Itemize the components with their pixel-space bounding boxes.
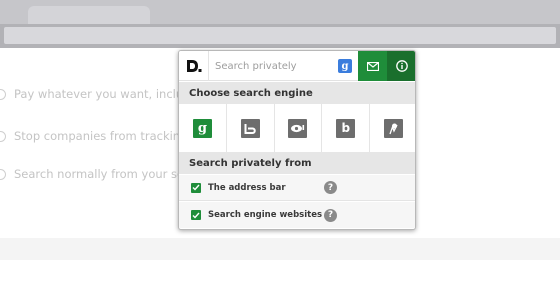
google-icon: g: [192, 118, 212, 138]
engine-websites-checkbox[interactable]: [191, 210, 201, 220]
option-engine-websites: Search engine websites ?: [179, 202, 415, 228]
help-icon[interactable]: ?: [324, 181, 337, 194]
email-button[interactable]: [358, 51, 387, 81]
option-label: Search engine websites: [208, 210, 323, 220]
help-icon[interactable]: ?: [324, 208, 337, 222]
page-band: [0, 238, 560, 260]
logo[interactable]: [179, 51, 209, 81]
list-item-label: Pay whatever you want, includin: [14, 87, 201, 101]
envelope-icon: [366, 61, 379, 71]
option-label: The address bar: [208, 182, 286, 193]
search-from-heading: Search privately from: [179, 152, 415, 174]
address-bar[interactable]: [4, 27, 556, 44]
option-address-bar: The address bar ?: [179, 175, 415, 201]
bullet-icon: [0, 88, 6, 100]
checkmark-icon: [192, 184, 200, 191]
blekko-icon: b: [336, 118, 356, 138]
privacy-search-popup: g Choose search engine g: [178, 50, 416, 230]
search-input[interactable]: [215, 58, 333, 74]
popup-header: g: [179, 51, 415, 81]
address-bar-checkbox[interactable]: [191, 182, 201, 193]
choose-engine-heading: Choose search engine: [179, 82, 415, 104]
list-item-label: Stop companies from tracking &: [14, 129, 201, 143]
engine-selector: g b: [179, 104, 415, 152]
info-button[interactable]: [387, 51, 415, 81]
bullet-icon: [0, 168, 6, 180]
brand-logo-icon: [186, 60, 201, 72]
wikipedia-icon: [384, 118, 404, 138]
engine-option-wikipedia[interactable]: [370, 104, 415, 152]
engine-option-google[interactable]: g: [179, 104, 227, 152]
engine-option-yahoo[interactable]: [274, 104, 323, 152]
list-item: Search normally from your sear: [0, 164, 196, 184]
engine-option-blekko[interactable]: b: [322, 104, 371, 152]
current-engine-badge: g: [338, 59, 352, 73]
bing-icon: [240, 118, 260, 138]
list-item-label: Search normally from your sear: [14, 167, 196, 181]
list-item: Pay whatever you want, includin: [0, 84, 201, 104]
info-icon: [396, 60, 408, 72]
yahoo-icon: [288, 118, 308, 138]
list-item: Stop companies from tracking &: [0, 126, 200, 146]
bullet-icon: [0, 130, 6, 142]
engine-option-bing[interactable]: [226, 104, 275, 152]
checkmark-icon: [192, 212, 200, 219]
